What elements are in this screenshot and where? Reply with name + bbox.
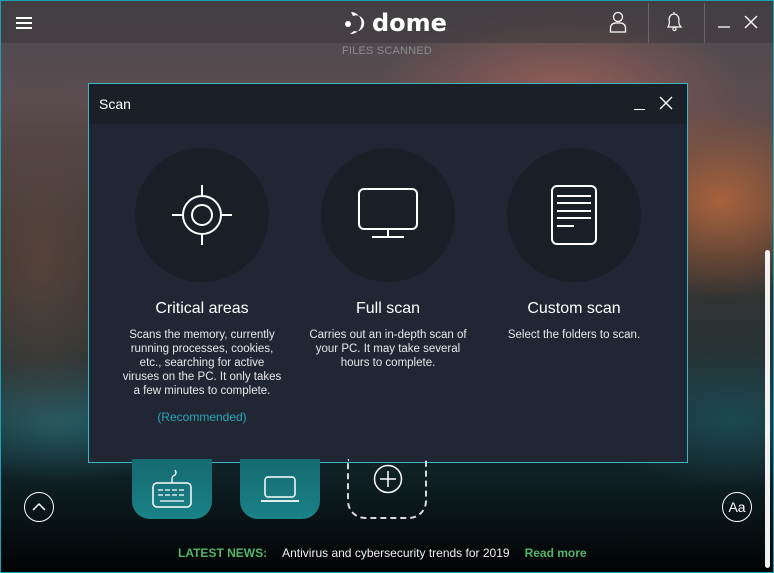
- add-icon: [373, 464, 403, 494]
- option-title: Full scan: [355, 300, 421, 317]
- crosshair-icon: [172, 185, 232, 245]
- close-icon: [659, 96, 673, 110]
- panda-logo-icon: [345, 12, 365, 35]
- laptop-tile[interactable]: [240, 459, 320, 519]
- user-icon[interactable]: [601, 1, 635, 43]
- divider: [704, 3, 705, 43]
- divider: [648, 3, 649, 43]
- option-title: Custom scan: [527, 300, 621, 317]
- top-bar: dome: [1, 1, 773, 43]
- minimize-icon[interactable]: [714, 1, 734, 43]
- dialog-close-button[interactable]: [659, 96, 673, 110]
- option-icon-circle[interactable]: [507, 148, 641, 282]
- app-window: dome FILES SCANNED Scan Critical areas S…: [0, 0, 774, 573]
- collapse-button[interactable]: [24, 492, 54, 522]
- scan-dialog: Scan Critical areas Scans the memory, cu…: [88, 83, 688, 463]
- option-full-scan[interactable]: Full scan Carries out an in-depth scan o…: [288, 148, 488, 370]
- close-icon[interactable]: [741, 1, 761, 43]
- dialog-title: Scan: [99, 96, 131, 112]
- laptop-icon: [261, 476, 299, 502]
- logo: dome: [342, 9, 447, 37]
- option-custom-scan[interactable]: Custom scan Select the folders to scan.: [474, 148, 674, 342]
- news-headline[interactable]: Antivirus and cybersecurity trends for 2…: [282, 546, 509, 560]
- option-icon-circle[interactable]: [135, 148, 269, 282]
- monitor-icon: [358, 188, 418, 238]
- option-title: Critical areas: [155, 300, 249, 317]
- news-bar: LATEST NEWS: Antivirus and cybersecurity…: [178, 546, 587, 560]
- files-scanned-label: FILES SCANNED: [341, 45, 432, 57]
- recommended-badge[interactable]: (Recommended): [102, 410, 302, 424]
- keyboard-tile[interactable]: [132, 459, 212, 519]
- hamburger-icon[interactable]: [16, 17, 32, 29]
- dialog-minimize-button[interactable]: [633, 96, 647, 112]
- document-icon: [551, 185, 597, 245]
- option-critical-areas[interactable]: Critical areas Scans the memory, current…: [102, 148, 302, 424]
- read-more-link[interactable]: Read more: [525, 546, 587, 560]
- option-description: Select the folders to scan.: [507, 329, 641, 341]
- font-size-button[interactable]: Aa: [722, 492, 752, 522]
- option-icon-circle[interactable]: [321, 148, 455, 282]
- brand-name: dome: [372, 9, 447, 37]
- chevron-up-icon: [32, 502, 46, 511]
- bell-icon[interactable]: [657, 1, 691, 43]
- dialog-header: Scan: [89, 84, 687, 124]
- option-description: Scans the memory, currently running proc…: [122, 329, 282, 397]
- news-label: LATEST NEWS:: [178, 546, 268, 560]
- option-description: Carries out an in-depth scan of your PC.…: [309, 329, 467, 369]
- keyboard-icon: [152, 469, 192, 508]
- scrollbar[interactable]: [765, 250, 770, 568]
- add-tile[interactable]: [347, 459, 427, 519]
